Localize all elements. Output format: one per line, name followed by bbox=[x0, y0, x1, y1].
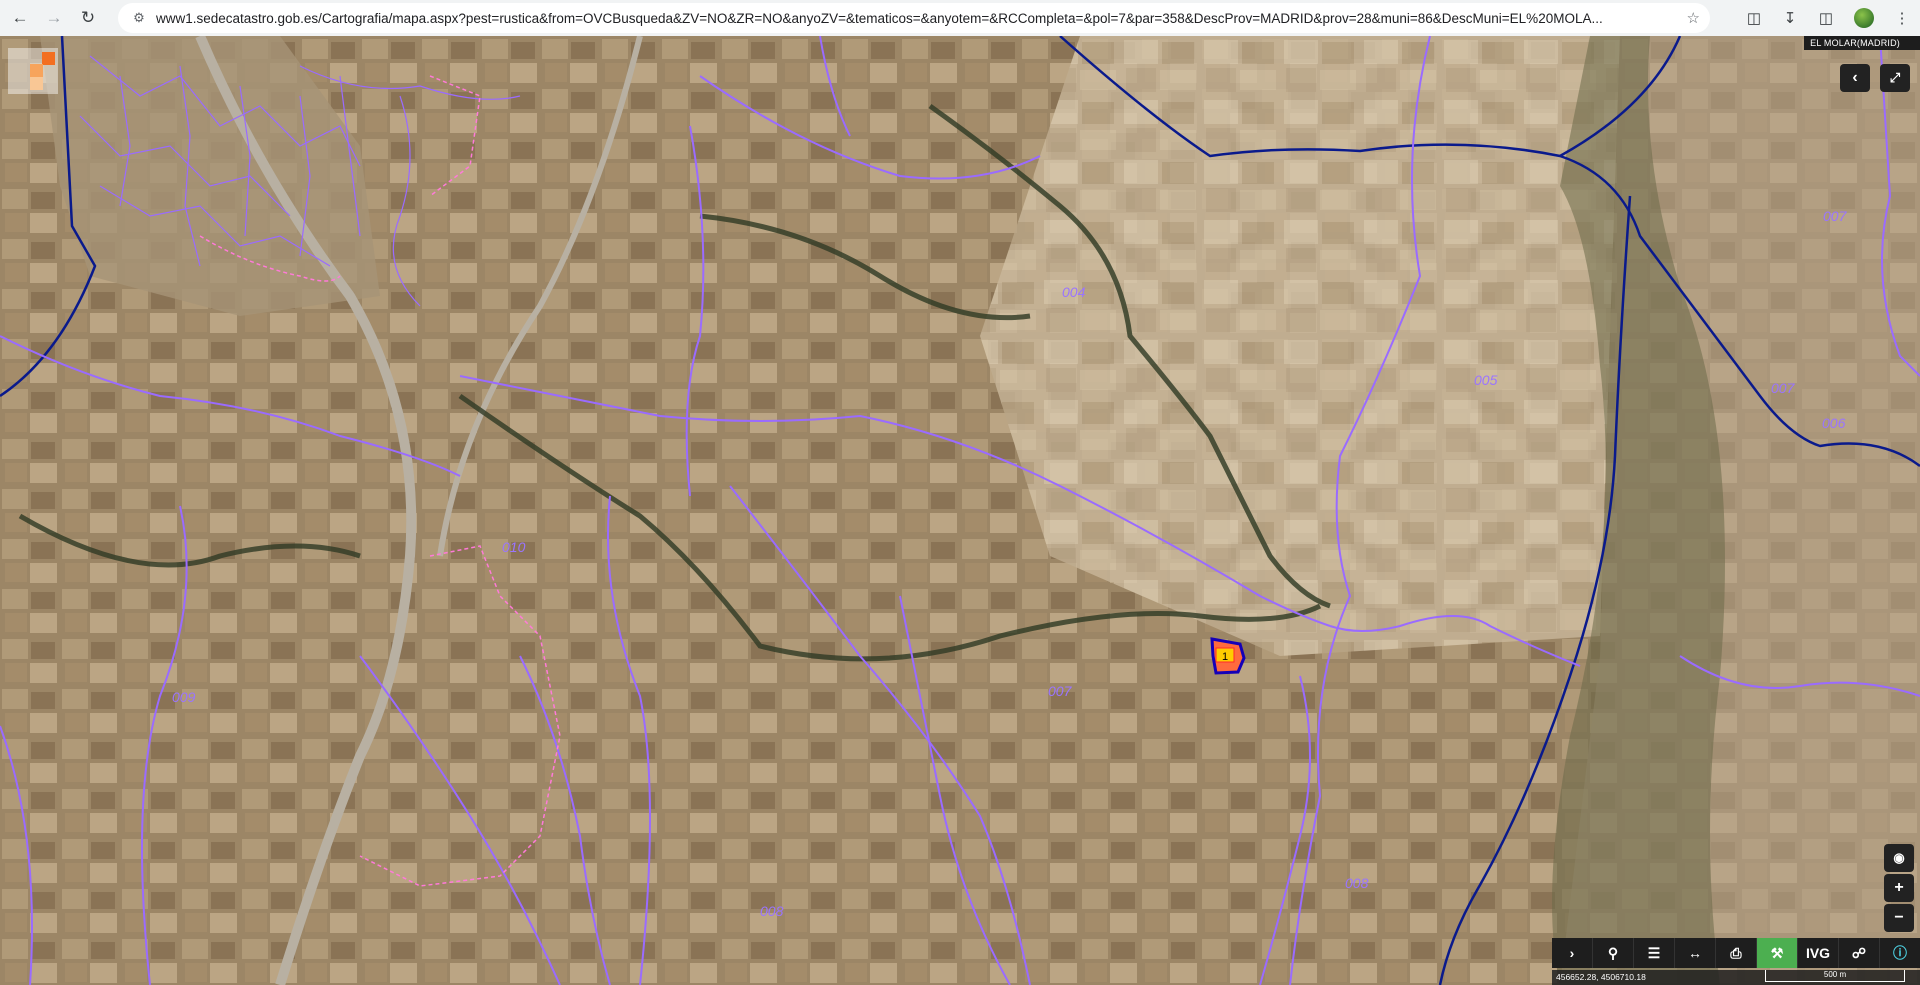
parcel-info-button[interactable]: ⚒ bbox=[1757, 938, 1798, 968]
browser-actions: ◫ ↧ ◫ ⋮ bbox=[1736, 0, 1920, 36]
expand-toolbar-button[interactable]: › bbox=[1552, 938, 1593, 968]
zoom-out-button[interactable]: − bbox=[1884, 904, 1914, 932]
layers-icon: ☰ bbox=[1647, 944, 1661, 961]
fullscreen-button[interactable]: ⤢ bbox=[1880, 64, 1910, 92]
plus-icon: + bbox=[1894, 879, 1904, 896]
browser-toolbar: ← → ↻ ⚙ www1.sedecatastro.gob.es/Cartogr… bbox=[0, 0, 1920, 36]
polygon-label[interactable]: 007 bbox=[1771, 380, 1796, 396]
search-button[interactable]: ⚲ bbox=[1593, 938, 1634, 968]
measure-icon: ↔ bbox=[1688, 945, 1702, 961]
reload-icon[interactable]: ↻ bbox=[74, 4, 102, 32]
parcel-icon: ⚒ bbox=[1770, 944, 1784, 961]
forward-arrow-icon[interactable]: → bbox=[40, 4, 68, 32]
profile-avatar[interactable] bbox=[1854, 8, 1874, 28]
polygon-label[interactable]: 006 bbox=[1822, 415, 1846, 431]
polygon-label[interactable]: 005 bbox=[1474, 372, 1498, 388]
catastro-logo[interactable] bbox=[8, 48, 58, 94]
polygon-label[interactable]: 007 bbox=[1823, 208, 1848, 224]
crosshair-icon: ◉ bbox=[1893, 850, 1905, 865]
site-info-icon[interactable]: ⚙ bbox=[130, 9, 148, 27]
back-arrow-icon[interactable]: ← bbox=[6, 4, 34, 32]
chevron-left-icon: ‹ bbox=[1852, 69, 1858, 86]
ivg-button[interactable]: IVG bbox=[1798, 938, 1839, 968]
share-icon: ☍ bbox=[1851, 944, 1867, 961]
star-icon[interactable]: ☆ bbox=[1687, 9, 1700, 27]
polygon-label[interactable]: 009 bbox=[172, 689, 196, 705]
expand-icon: ⤢ bbox=[1889, 70, 1901, 85]
menu-icon[interactable]: ⋮ bbox=[1884, 0, 1920, 36]
puzzle-icon[interactable]: ◫ bbox=[1736, 0, 1772, 36]
map-toolbar: › ⚲ ☰ ↔ ⎙ ⚒ IVG ☍ ⓘ bbox=[1552, 938, 1920, 968]
parcel-marker-label: 1 bbox=[1222, 651, 1228, 663]
polygon-label[interactable]: 010 bbox=[502, 539, 526, 555]
print-button[interactable]: ⎙ bbox=[1716, 938, 1757, 968]
url-text[interactable]: www1.sedecatastro.gob.es/Cartografia/map… bbox=[156, 11, 1656, 26]
polygon-label[interactable]: 008 bbox=[1345, 875, 1369, 891]
polygon-label[interactable]: 007 bbox=[1048, 683, 1073, 699]
chevron-right-icon: › bbox=[1569, 945, 1575, 961]
measure-button[interactable]: ↔ bbox=[1675, 938, 1716, 968]
east-farmland bbox=[980, 36, 1620, 656]
share-button[interactable]: ☍ bbox=[1839, 938, 1880, 968]
sidepanel-icon[interactable]: ◫ bbox=[1808, 0, 1844, 36]
cadastral-map[interactable]: 004 005 007 007 007 008 008 006 009 010 … bbox=[0, 36, 1920, 985]
info-icon: ⓘ bbox=[1893, 945, 1907, 961]
polygon-label[interactable]: 004 bbox=[1062, 284, 1086, 300]
collapse-panel-button[interactable]: ‹ bbox=[1840, 64, 1870, 92]
download-icon[interactable]: ↧ bbox=[1772, 0, 1808, 36]
locate-button[interactable]: ◉ bbox=[1884, 844, 1914, 872]
address-bar[interactable]: ⚙ www1.sedecatastro.gob.es/Cartografia/m… bbox=[118, 3, 1710, 33]
selected-parcel[interactable]: 1 bbox=[1210, 637, 1246, 675]
layers-button[interactable]: ☰ bbox=[1634, 938, 1675, 968]
map-canvas[interactable]: 004 005 007 007 007 008 008 006 009 010 … bbox=[0, 36, 1920, 985]
scale-bar: 500 m bbox=[1765, 970, 1905, 982]
minus-icon: − bbox=[1894, 909, 1904, 926]
polygon-label[interactable]: 008 bbox=[760, 903, 784, 919]
search-icon: ⚲ bbox=[1607, 944, 1619, 961]
municipality-label: EL MOLAR(MADRID) bbox=[1804, 36, 1920, 50]
print-icon: ⎙ bbox=[1730, 944, 1742, 961]
info-button[interactable]: ⓘ bbox=[1880, 938, 1920, 968]
zoom-in-button[interactable]: + bbox=[1884, 874, 1914, 902]
